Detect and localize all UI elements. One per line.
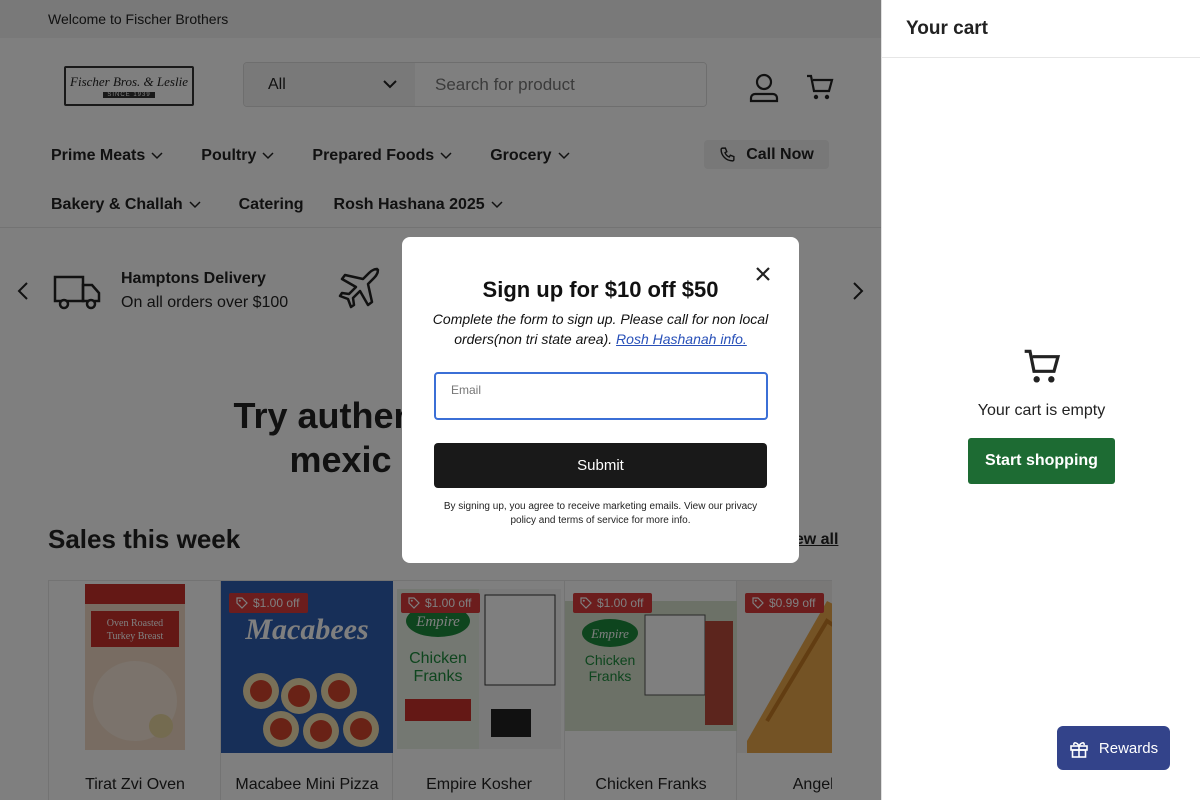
legal-disclaimer: By signing up, you agree to receive mark… <box>443 501 758 526</box>
email-input[interactable] <box>449 396 749 416</box>
gift-icon <box>1070 742 1088 758</box>
submit-button[interactable]: Submit <box>434 443 767 488</box>
rewards-button[interactable]: Rewards <box>1057 726 1170 770</box>
start-shopping-button[interactable]: Start shopping <box>968 438 1115 484</box>
cart-empty-state: Your cart is empty Start shopping <box>882 346 1200 484</box>
empty-cart-icon <box>1024 349 1060 383</box>
email-label: Email <box>451 383 482 397</box>
modal-title: Sign up for $10 off $50 <box>482 277 719 302</box>
rewards-label: Rewards <box>1098 739 1159 757</box>
signup-modal: Sign up for $10 off $50 Complete the for… <box>402 237 799 563</box>
rosh-hashanah-info-link[interactable]: Rosh Hashanah info. <box>616 331 747 347</box>
cart-drawer: Your cart Your cart is empty Start shopp… <box>881 0 1200 800</box>
email-field[interactable]: Email <box>434 372 768 420</box>
cart-empty-text: Your cart is empty <box>977 402 1106 419</box>
modal-description: Complete the form to sign up. Please cal… <box>432 309 769 349</box>
cart-title: Your cart <box>882 0 1200 58</box>
